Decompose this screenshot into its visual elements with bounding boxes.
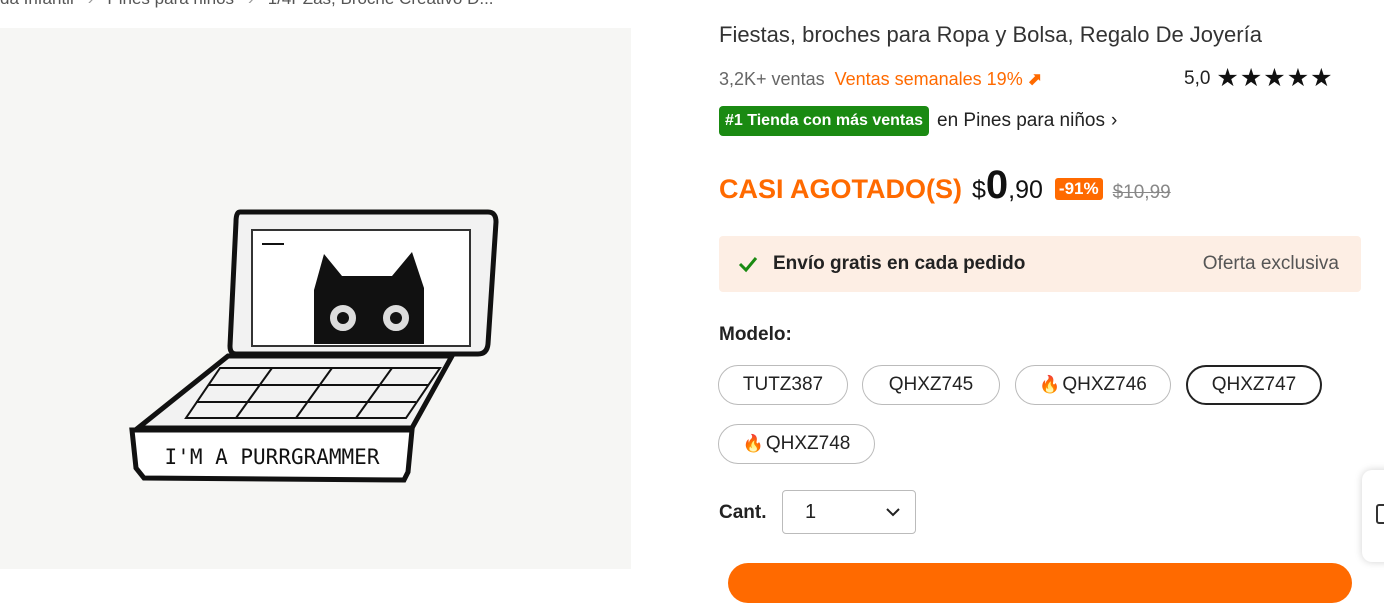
variant-option-tutz387[interactable]: TUTZ387 [718, 365, 848, 405]
price-currency: $ [972, 176, 986, 204]
quantity-label: Cant. [719, 502, 767, 523]
shipping-banner[interactable]: Envío gratis en cada pedido Oferta exclu… [719, 236, 1361, 292]
rating-value: 5,0 [1184, 67, 1211, 89]
quantity-select[interactable]: 1 [782, 490, 916, 534]
store-badge-row[interactable]: #1 Tienda con más ventas en Pines para n… [719, 106, 1117, 136]
variant-option-qhxz747[interactable]: QHXZ747 [1186, 365, 1322, 405]
price-integer: 0 [985, 163, 1009, 207]
weekly-sales: Ventas semanales 19% [834, 69, 1023, 89]
rating[interactable]: 5,0 ★ ★ ★ ★ ★ [1184, 66, 1334, 91]
star-icon: ★ [1310, 64, 1334, 92]
variant-name: QHXZ747 [1211, 374, 1297, 395]
trending-up-icon: ⬈ [1026, 69, 1042, 89]
product-title: Fiestas, broches para Ropa y Bolsa, Rega… [719, 22, 1262, 47]
price-decimal: ,90 [1008, 176, 1043, 204]
breadcrumb-item[interactable]: Pines para niños [107, 0, 234, 9]
cart-icon [1376, 504, 1384, 524]
top-store-badge: #1 Tienda con más ventas [719, 106, 930, 136]
breadcrumb: da Infantil › Pines para niños › 1/4PZas… [0, 0, 494, 10]
chevron-right-icon: › [1110, 110, 1118, 131]
variant-option-qhxz748[interactable]: 🔥 QHXZ748 [718, 424, 875, 464]
current-price: $0,90 [972, 163, 1043, 208]
shipping-offer: Oferta exclusiva [1202, 253, 1339, 274]
variant-name: QHXZ746 [1062, 374, 1147, 395]
shipping-text: Envío gratis en cada pedido [773, 253, 1026, 274]
variant-label: Modelo: [719, 324, 792, 345]
star-icon: ★ [1286, 64, 1311, 92]
laptop-cat-pin-illustration: I'M A PURRGRAMMER [129, 209, 499, 483]
breadcrumb-separator: › [88, 0, 94, 9]
variant-name: QHXZ748 [765, 433, 851, 454]
variant-option-qhxz746[interactable]: 🔥 QHXZ746 [1015, 365, 1171, 405]
star-icon: ★ [1216, 64, 1240, 92]
price-row: CASI AGOTADO(S) $0,90 -91% $10,99 [719, 163, 1171, 208]
variant-name: TUTZ387 [742, 374, 824, 395]
discount-badge: -91% [1054, 178, 1103, 200]
original-price: $10,99 [1112, 182, 1171, 203]
flame-icon: 🔥 [1039, 375, 1061, 394]
stock-status: CASI AGOTADO(S) [719, 174, 962, 204]
chevron-down-icon [886, 508, 900, 517]
pin-caption: I'M A PURRGRAMMER [165, 445, 380, 469]
breadcrumb-item[interactable]: da Infantil [0, 0, 74, 9]
product-image[interactable]: I'M A PURRGRAMMER [0, 28, 631, 569]
breadcrumb-separator: › [248, 0, 254, 9]
buy-button[interactable] [728, 563, 1352, 603]
sales-count: 3,2K+ ventas [719, 69, 825, 89]
side-cart-widget[interactable] [1362, 470, 1384, 562]
variant-name: QHXZ745 [888, 374, 974, 395]
flame-icon: 🔥 [742, 434, 764, 453]
star-icon: ★ [1239, 64, 1264, 92]
variant-option-qhxz745[interactable]: QHXZ745 [862, 365, 1000, 405]
quantity-value: 1 [805, 500, 817, 523]
breadcrumb-item-current: 1/4PZas, Broche Creativo D... [268, 0, 494, 9]
star-icon: ★ [1263, 64, 1287, 92]
store-category-link[interactable]: en Pines para niños [937, 110, 1105, 132]
sales-row: 3,2K+ ventas Ventas semanales 19% ⬈ [719, 69, 1042, 90]
check-icon [738, 257, 758, 273]
